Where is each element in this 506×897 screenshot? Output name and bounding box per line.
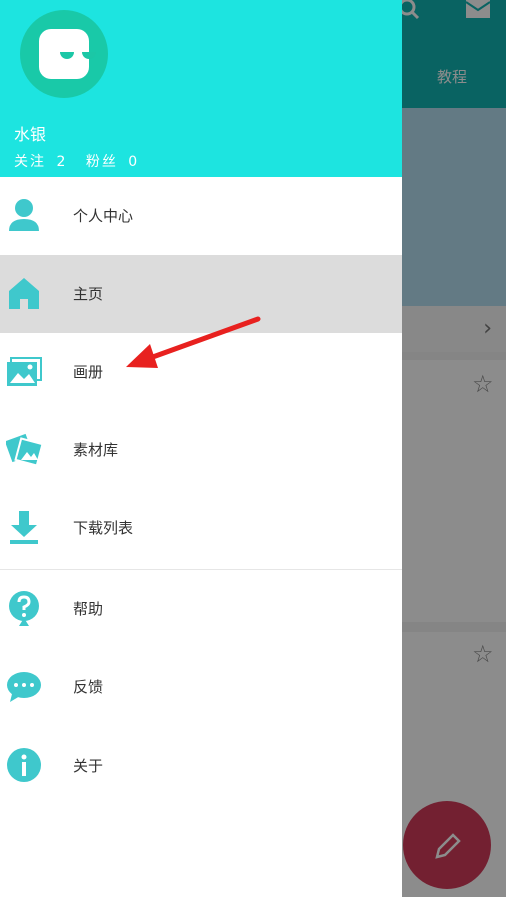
menu-item-label: 反馈 [73, 678, 104, 696]
menu-item-personal-center[interactable]: 个人中心 [0, 177, 402, 255]
fans-count[interactable]: 0 [128, 154, 139, 170]
help-icon [9, 591, 39, 626]
avatar[interactable] [20, 10, 108, 98]
menu-item-label: 帮助 [73, 600, 104, 618]
menu-item-label: 画册 [73, 363, 104, 381]
menu-item-material-library[interactable]: 素材库 [0, 411, 402, 489]
info-icon [7, 748, 41, 782]
album-icon [7, 357, 42, 386]
menu-item-label: 素材库 [73, 441, 119, 459]
download-icon [10, 511, 38, 544]
navigation-drawer: 水银 关注 2 粉丝 0 个人中心 主页 画册 素材库 下载列表 帮助 反馈 关… [0, 0, 402, 897]
drawer-header: 水银 关注 2 粉丝 0 [0, 0, 402, 177]
menu-item-label: 主页 [73, 285, 104, 303]
menu-item-help[interactable]: 帮助 [0, 570, 402, 648]
menu-item-album[interactable]: 画册 [0, 333, 402, 411]
username[interactable]: 水银 [14, 121, 46, 145]
follow-count[interactable]: 2 [56, 154, 67, 170]
menu-item-label: 关于 [73, 757, 104, 775]
menu-item-home[interactable]: 主页 [0, 255, 402, 333]
feedback-icon [7, 672, 41, 702]
menu-item-feedback[interactable]: 反馈 [0, 648, 402, 726]
fans-label[interactable]: 粉丝 [86, 154, 118, 170]
material-library-icon [6, 433, 42, 467]
menu-item-label: 个人中心 [73, 207, 134, 225]
home-icon [9, 278, 39, 309]
menu-item-about[interactable]: 关于 [0, 727, 402, 805]
person-icon [9, 199, 39, 231]
follow-label[interactable]: 关注 [14, 154, 46, 170]
menu-item-label: 下载列表 [73, 519, 134, 537]
menu-item-download-list[interactable]: 下载列表 [0, 489, 402, 567]
profile-stats: 关注 2 粉丝 0 [14, 151, 143, 171]
